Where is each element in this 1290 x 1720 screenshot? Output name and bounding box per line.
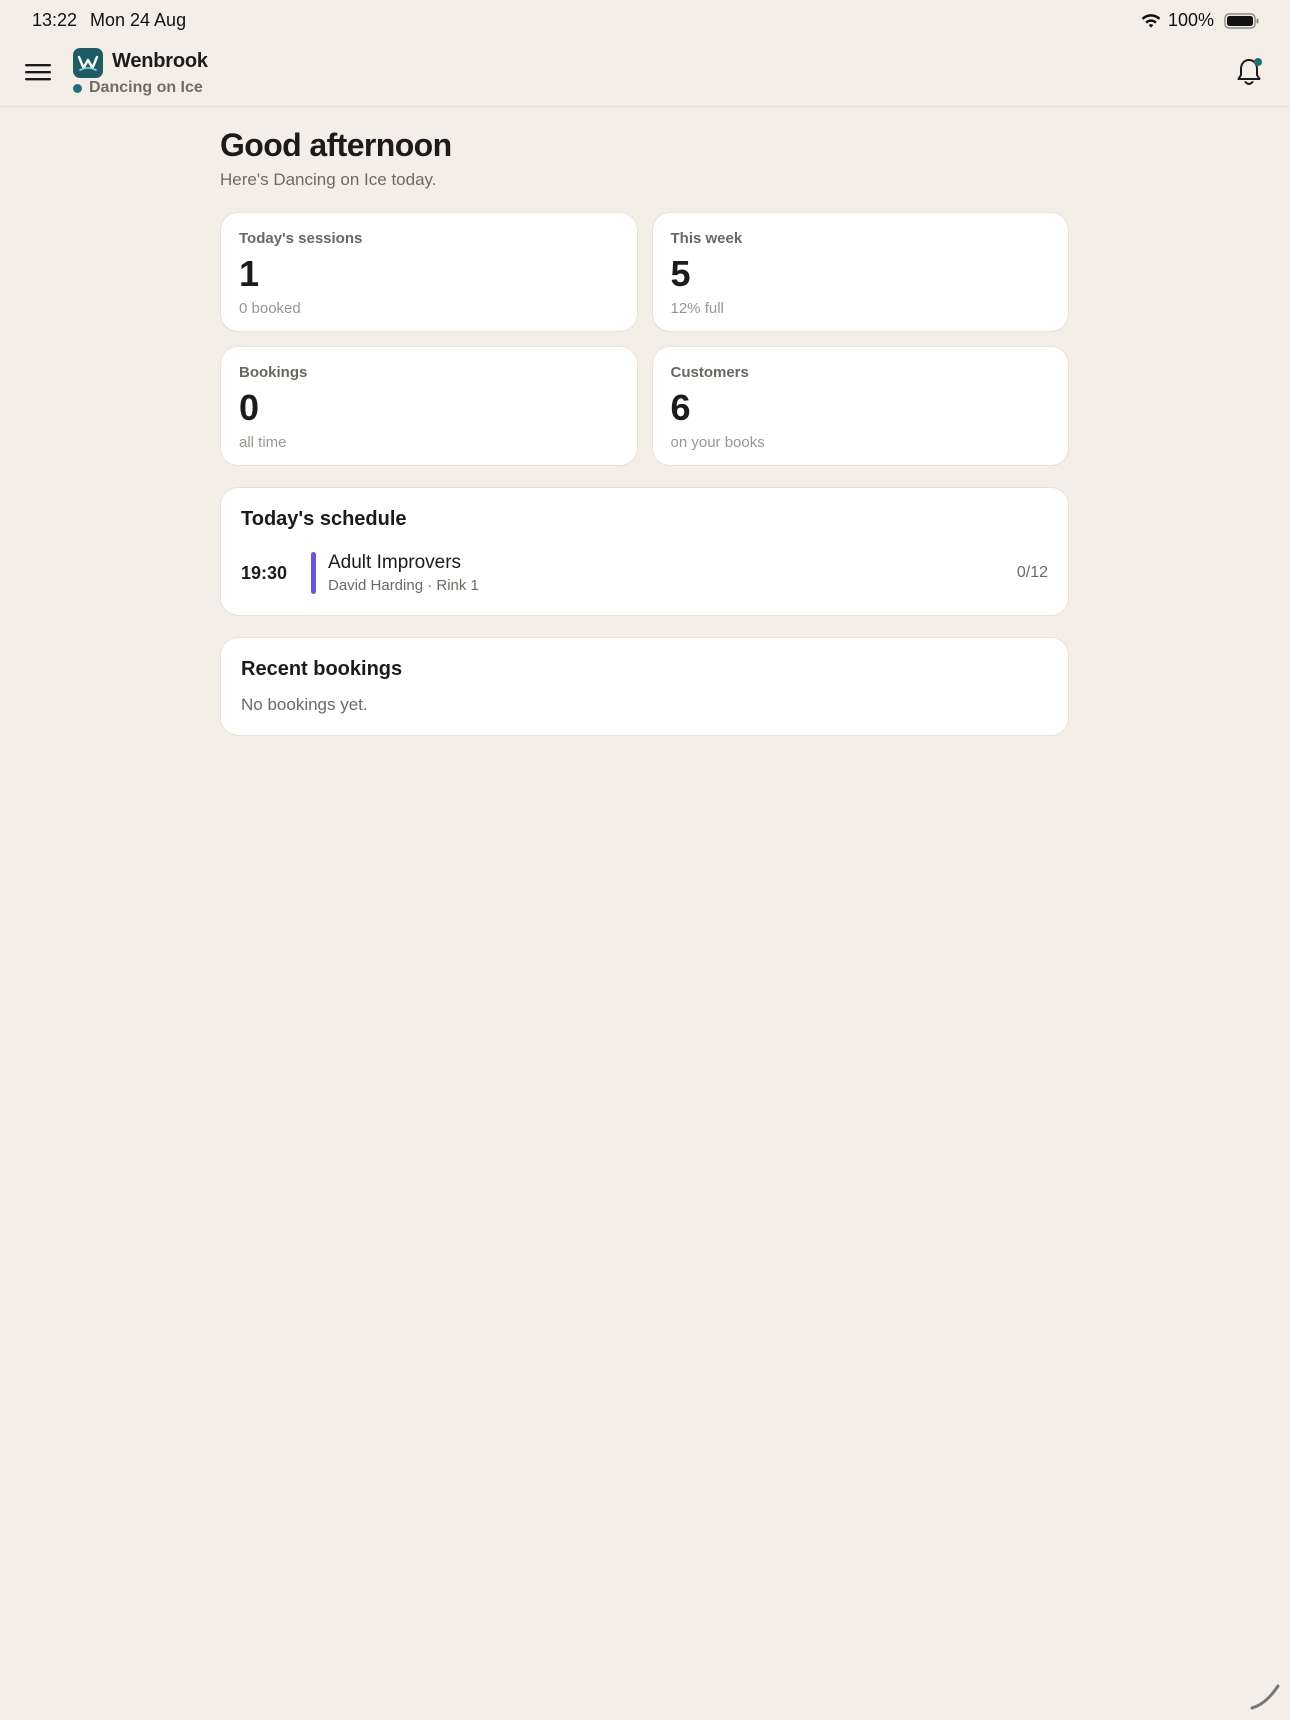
- stat-value: 1: [239, 253, 260, 294]
- venue-selector[interactable]: Dancing on Ice: [73, 79, 203, 97]
- status-date: Mon 24 Aug: [90, 10, 187, 30]
- session-meta: David Harding · Rink 1: [328, 577, 479, 594]
- stat-value: 0: [239, 387, 260, 428]
- brand-logo-icon: [73, 48, 103, 78]
- dashboard-main: Good afternoon Here's Dancing on Ice tod…: [220, 127, 1069, 736]
- session-info: Adult Improvers David Harding · Rink 1: [328, 552, 1017, 594]
- stat-value: 6: [670, 387, 691, 428]
- status-indicators: 100%: [1140, 10, 1260, 31]
- stat-label: Customers: [670, 364, 749, 381]
- recent-bookings-panel: Recent bookings No bookings yet.: [220, 637, 1069, 736]
- stat-note: all time: [239, 434, 287, 451]
- stat-note: 0 booked: [239, 300, 301, 317]
- panel-title: Recent bookings: [241, 658, 403, 680]
- notifications-bell-icon[interactable]: [1234, 56, 1264, 88]
- stat-card-this-week[interactable]: This week 5 12% full: [651, 212, 1069, 332]
- notification-badge: [1254, 58, 1262, 66]
- wifi-icon: [1141, 13, 1161, 28]
- hamburger-menu-icon[interactable]: [22, 56, 54, 88]
- venue-status-dot: [73, 83, 82, 93]
- stats-grid: Today's sessions 1 0 booked This week 5 …: [220, 212, 1069, 466]
- page-title: Good afternoon: [220, 127, 452, 163]
- stat-card-customers[interactable]: Customers 6 on your books: [651, 346, 1069, 466]
- stat-note: 12% full: [670, 300, 724, 317]
- stat-note: on your books: [670, 434, 765, 451]
- pencil-edge-icon: [1250, 1684, 1280, 1710]
- stat-card-bookings[interactable]: Bookings 0 all time: [220, 346, 638, 466]
- venue-name: Dancing on Ice: [89, 79, 203, 96]
- panel-title: Today's schedule: [241, 508, 407, 530]
- battery-icon: [1224, 12, 1259, 29]
- stat-label: Today's sessions: [239, 230, 363, 247]
- stat-label: This week: [670, 230, 743, 247]
- empty-state-text: No bookings yet.: [241, 695, 368, 714]
- battery-percent: 100%: [1167, 10, 1214, 30]
- session-title: Adult Improvers: [328, 552, 462, 573]
- schedule-session-row[interactable]: 19:30 Adult Improvers David Harding · Ri…: [241, 551, 1048, 595]
- stat-value: 5: [670, 253, 691, 294]
- brand-name: Wenbrook: [112, 50, 208, 72]
- app-header: Wenbrook Dancing on Ice: [0, 42, 1290, 107]
- todays-schedule-panel: Today's schedule 19:30 Adult Improvers D…: [220, 487, 1069, 616]
- status-time: 13:22: [32, 10, 78, 30]
- page-subtitle: Here's Dancing on Ice today.: [220, 170, 437, 189]
- stat-card-todays-sessions[interactable]: Today's sessions 1 0 booked: [220, 212, 638, 332]
- session-capacity: 0/12: [1016, 564, 1048, 581]
- session-color-bar: [311, 552, 316, 594]
- stat-label: Bookings: [239, 364, 308, 381]
- status-bar: 13:22 Mon 24 Aug 100%: [0, 0, 1290, 42]
- session-time: 19:30: [241, 562, 288, 583]
